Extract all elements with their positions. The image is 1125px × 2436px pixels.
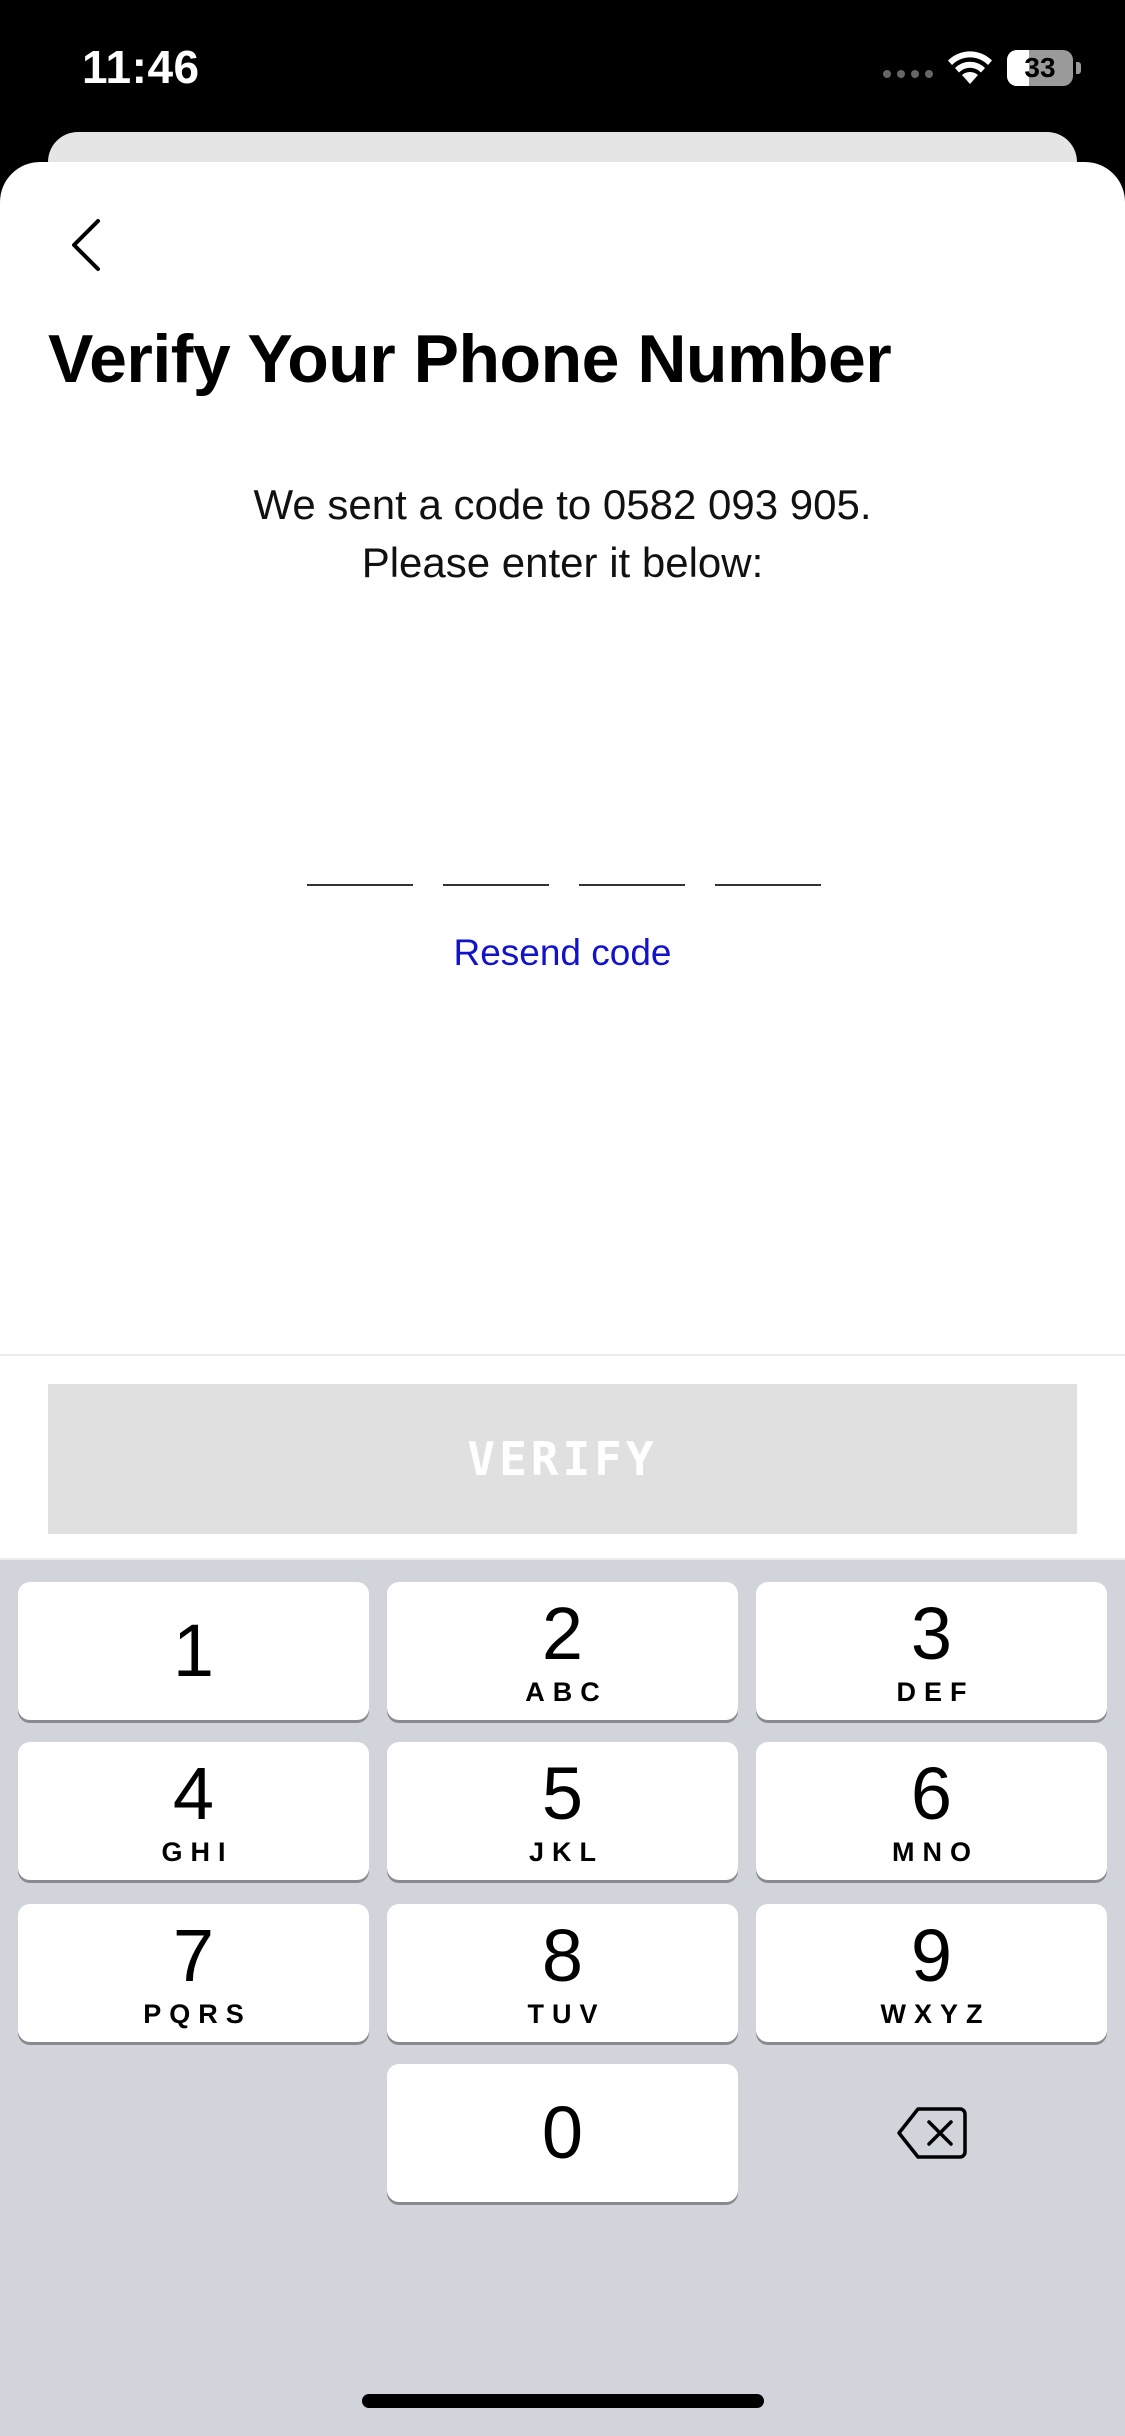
key-4[interactable]: 4 GHI bbox=[18, 1742, 369, 1880]
key-digit: 9 bbox=[910, 1913, 953, 1997]
key-5[interactable]: 5 JKL bbox=[387, 1742, 738, 1880]
page-title: Verify Your Phone Number bbox=[48, 321, 892, 397]
verify-button[interactable]: VERIFY bbox=[48, 1384, 1077, 1534]
code-input-group[interactable] bbox=[307, 822, 821, 886]
wifi-icon bbox=[947, 51, 993, 85]
numeric-keyboard: 1 2 ABC 3 DEF 4 GHI 5 JKL 6 MNO 7 PQRS 8… bbox=[0, 1560, 1125, 2436]
key-digit: 8 bbox=[541, 1913, 584, 1997]
instruction-text: We sent a code to 0582 093 905. Please e… bbox=[0, 476, 1125, 592]
backspace-icon bbox=[896, 2107, 967, 2159]
key-digit: 2 bbox=[541, 1591, 584, 1675]
resend-code-link[interactable]: Resend code bbox=[0, 932, 1125, 974]
key-9[interactable]: 9 WXYZ bbox=[756, 1904, 1107, 2042]
key-letters: PQRS bbox=[143, 1998, 252, 2029]
key-digit: 3 bbox=[910, 1591, 953, 1675]
code-digit-1[interactable] bbox=[307, 822, 413, 886]
key-digit: 4 bbox=[172, 1751, 215, 1835]
key-2[interactable]: 2 ABC bbox=[387, 1582, 738, 1720]
key-3[interactable]: 3 DEF bbox=[756, 1582, 1107, 1720]
battery-percentage: 33 bbox=[1024, 52, 1056, 83]
key-letters: GHI bbox=[161, 1836, 234, 1867]
key-digit: 0 bbox=[541, 2091, 584, 2174]
verify-bar: VERIFY bbox=[0, 1354, 1125, 1560]
instruction-line-1: We sent a code to 0582 093 905. bbox=[253, 481, 872, 528]
key-8[interactable]: 8 TUV bbox=[387, 1904, 738, 2042]
key-letters: WXYZ bbox=[880, 1998, 991, 2029]
back-button[interactable] bbox=[56, 210, 116, 280]
status-bar: 11:46 33 bbox=[0, 0, 1125, 140]
key-0[interactable]: 0 bbox=[387, 2064, 738, 2202]
key-letters: TUV bbox=[527, 1998, 606, 2029]
key-6[interactable]: 6 MNO bbox=[756, 1742, 1107, 1880]
status-time: 11:46 bbox=[82, 41, 200, 93]
key-digit: 6 bbox=[910, 1751, 953, 1835]
status-icons: 33 bbox=[883, 48, 1081, 88]
key-digit: 1 bbox=[172, 1609, 215, 1692]
key-letters: ABC bbox=[525, 1676, 608, 1707]
code-digit-2[interactable] bbox=[443, 822, 549, 886]
key-letters: MNO bbox=[892, 1836, 979, 1867]
code-digit-3[interactable] bbox=[579, 822, 685, 886]
code-digit-4[interactable] bbox=[715, 822, 821, 886]
key-digit: 7 bbox=[172, 1913, 215, 1997]
key-letters: JKL bbox=[528, 1836, 604, 1867]
instruction-line-2: Please enter it below: bbox=[361, 539, 764, 586]
key-7[interactable]: 7 PQRS bbox=[18, 1904, 369, 2042]
key-letters: DEF bbox=[896, 1676, 975, 1707]
cellular-signal-icon bbox=[883, 48, 933, 88]
battery-icon: 33 bbox=[1007, 50, 1081, 86]
key-1[interactable]: 1 bbox=[18, 1582, 369, 1720]
home-indicator bbox=[362, 2394, 764, 2408]
key-digit: 5 bbox=[541, 1751, 584, 1835]
chevron-left-icon bbox=[72, 219, 100, 271]
delete-key[interactable] bbox=[756, 2064, 1107, 2202]
